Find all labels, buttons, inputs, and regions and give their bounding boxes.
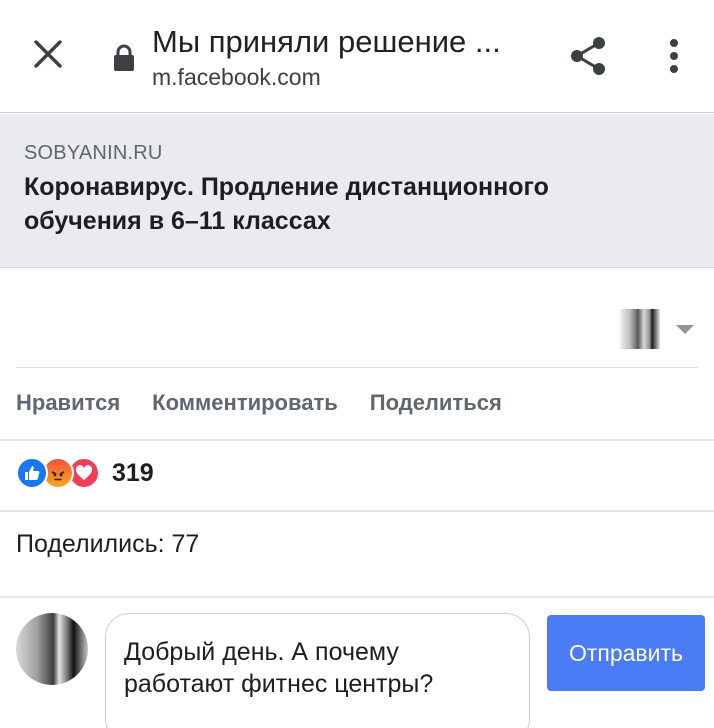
divider: [0, 439, 714, 441]
avatar: [620, 309, 660, 349]
more-vert-icon[interactable]: [654, 32, 694, 80]
divider: [16, 367, 698, 368]
browser-toolbar: Мы приняли решение ... m.facebook.com: [0, 0, 714, 113]
page-title: Мы приняли решение ...: [152, 24, 501, 59]
divider: [0, 510, 714, 512]
share-icon[interactable]: [564, 32, 612, 80]
comment-input[interactable]: Добрый день. А почему работают фитнес це…: [105, 613, 530, 728]
share-button[interactable]: Поделиться: [370, 390, 502, 416]
identity-switcher[interactable]: [620, 309, 694, 349]
comment-button[interactable]: Комментировать: [152, 390, 338, 416]
divider: [0, 596, 714, 598]
page-url[interactable]: m.facebook.com: [152, 64, 321, 91]
send-button[interactable]: Отправить: [547, 615, 705, 691]
close-icon[interactable]: [24, 30, 72, 78]
link-preview[interactable]: SOBYANIN.RU Коронавирус. Продление диста…: [0, 114, 714, 268]
shares-count[interactable]: Поделились: 77: [16, 530, 199, 559]
reactions-summary[interactable]: 319: [16, 457, 154, 489]
post-actions: Нравится Комментировать Поделиться: [16, 390, 502, 416]
avatar: [16, 613, 88, 685]
lock-icon: [112, 44, 136, 72]
like-button[interactable]: Нравится: [16, 390, 120, 416]
link-preview-title: Коронавирус. Продление дистанционного об…: [24, 173, 549, 235]
chevron-down-icon: [676, 324, 694, 334]
like-reaction-icon: [16, 457, 48, 489]
reaction-count: 319: [112, 458, 154, 487]
link-preview-source: SOBYANIN.RU: [24, 142, 163, 164]
